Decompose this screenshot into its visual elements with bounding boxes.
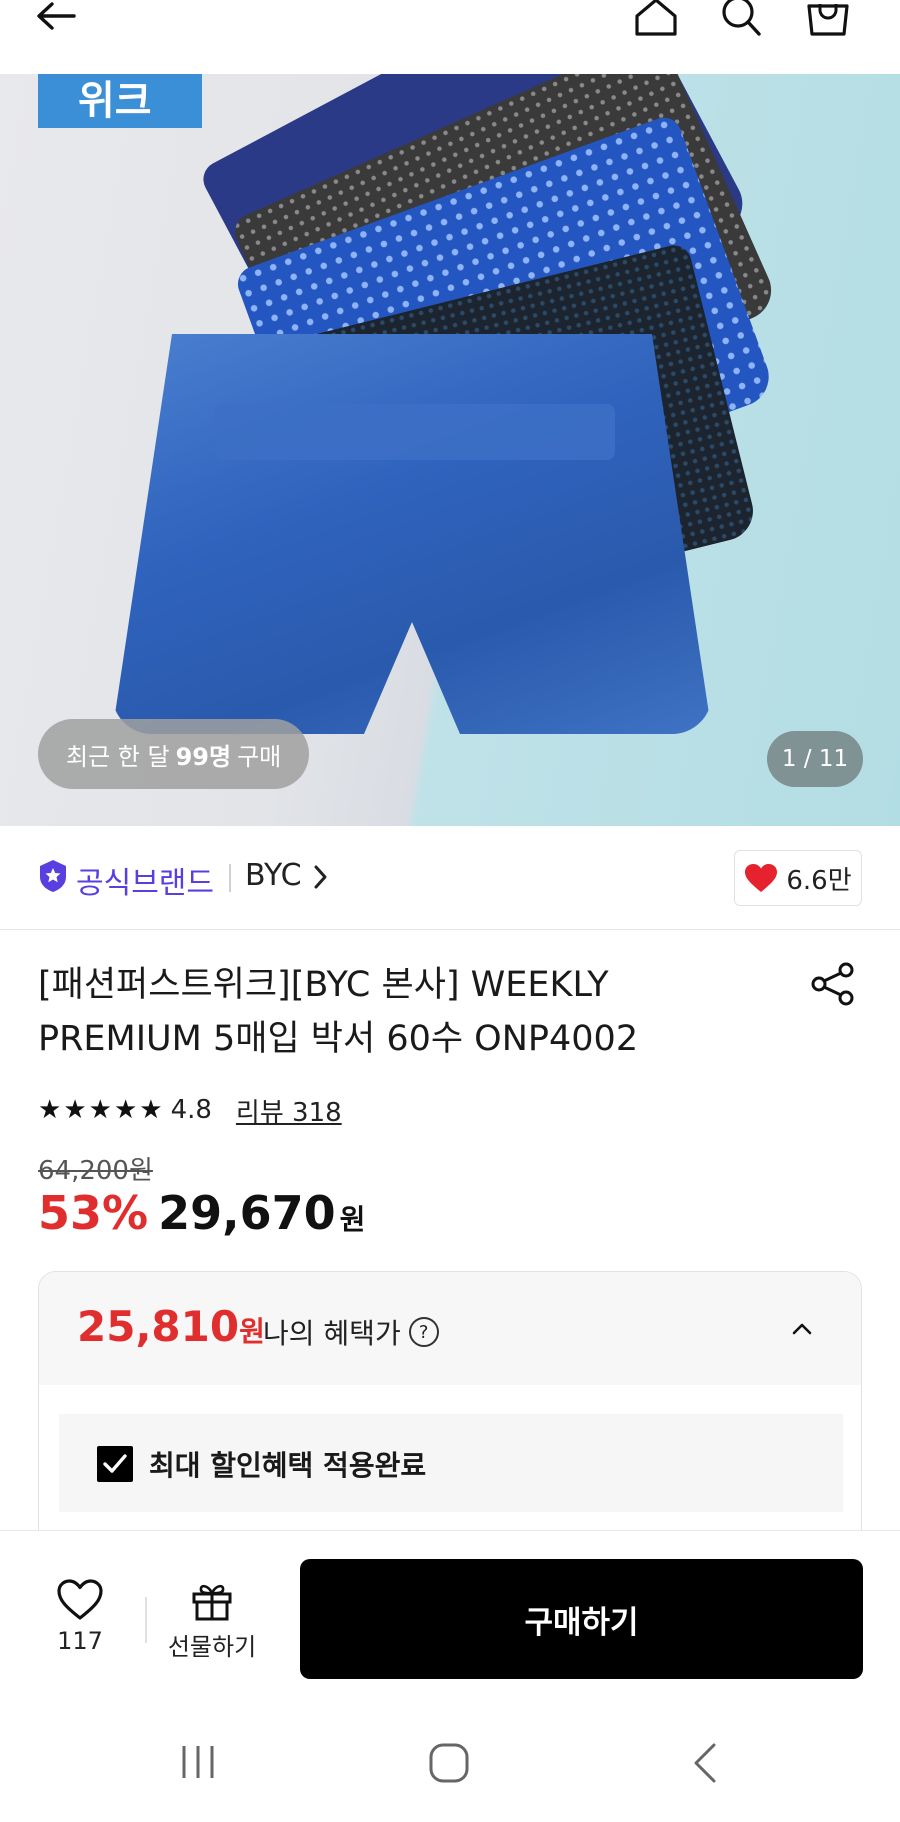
benefit-currency: 원 xyxy=(239,1315,265,1348)
system-home-icon[interactable] xyxy=(428,1742,470,1784)
chevron-up-icon[interactable] xyxy=(791,1322,813,1336)
brand-row: 공식브랜드 BYC 6.6만 xyxy=(0,826,900,930)
benefit-header[interactable]: 25,810원 나의 혜택가 ? xyxy=(39,1272,861,1385)
gift-label: 선물하기 xyxy=(167,1633,257,1661)
home-icon xyxy=(635,0,677,36)
benefit-price: 25,810원 xyxy=(77,1302,265,1351)
arrow-left-icon xyxy=(37,2,76,30)
recent-purchase-suffix: 구매 xyxy=(237,742,282,771)
system-back-icon[interactable] xyxy=(690,1742,720,1784)
review-link[interactable]: 리뷰 318 xyxy=(236,1092,342,1129)
heart-outline-icon xyxy=(57,1579,103,1620)
check-icon xyxy=(103,1454,127,1473)
search-icon xyxy=(722,0,761,36)
product-title-line2: PREMIUM 5매입 박서 60수 ONP4002 xyxy=(38,1019,639,1059)
recent-purchase-count: 99명 xyxy=(175,742,232,771)
benefit-label-text: 나의 혜택가 xyxy=(263,1317,401,1350)
max-discount-applied-row: 최대 할인혜택 적용완료 xyxy=(59,1414,843,1512)
cart-button[interactable] xyxy=(800,0,856,40)
divider xyxy=(229,864,231,892)
applied-checkbox[interactable] xyxy=(97,1446,133,1482)
home-button[interactable] xyxy=(628,0,684,40)
wishlist-button[interactable]: 117 xyxy=(38,1579,122,1655)
benefit-price-value: 25,810 xyxy=(77,1302,240,1351)
recent-apps-icon[interactable] xyxy=(178,1742,218,1782)
recent-purchase-prefix: 최근 한 달 xyxy=(66,742,170,771)
system-navigation-bar xyxy=(0,1692,900,1822)
official-brand-label: 공식브랜드 xyxy=(76,866,214,901)
star-icon: ★ xyxy=(88,1095,112,1125)
waistband xyxy=(215,404,615,460)
star-icon: ★ xyxy=(113,1095,138,1125)
buy-button[interactable]: 구매하기 xyxy=(300,1559,863,1679)
heart-filled-icon xyxy=(745,864,778,892)
share-icon[interactable] xyxy=(810,962,856,1006)
original-price: 64,200원 xyxy=(38,1156,153,1186)
price-row: 53% 29,670 원 xyxy=(38,1186,365,1246)
benefit-label: 나의 혜택가 ? xyxy=(263,1312,439,1352)
official-badge-icon xyxy=(40,860,66,892)
star-icon: ★ xyxy=(63,1095,87,1125)
gift-icon xyxy=(192,1584,232,1621)
brand-name-link[interactable]: BYC xyxy=(245,858,302,893)
star-icon: ★ xyxy=(38,1095,62,1125)
product-title-line1: [패션퍼스트위크][BYC 본사] WEEKLY xyxy=(38,965,609,1005)
back-button[interactable] xyxy=(28,0,84,40)
product-image-boxer-front xyxy=(112,334,712,734)
wishlist-count: 117 xyxy=(57,1627,103,1655)
brand-like-button[interactable]: 6.6만 xyxy=(734,850,862,906)
top-header xyxy=(0,0,900,74)
bottom-purchase-bar: 117 선물하기 구매하기 xyxy=(0,1530,900,1692)
divider xyxy=(145,1597,147,1643)
rating-score: 4.8 xyxy=(170,1095,212,1125)
promo-tag-text: 위크 xyxy=(78,78,152,124)
discount-rate: 53% xyxy=(38,1186,149,1240)
search-button[interactable] xyxy=(714,0,770,40)
product-image-carousel[interactable]: 위크 최근 한 달 99명 구매 1 / 11 xyxy=(0,74,900,826)
gift-button[interactable]: 선물하기 xyxy=(160,1581,264,1662)
benefit-panel: 25,810원 나의 혜택가 ? 최대 할인혜택 적용완료 xyxy=(38,1271,862,1531)
brand-like-count: 6.6만 xyxy=(786,865,852,896)
chevron-right-icon[interactable] xyxy=(313,864,329,890)
help-icon[interactable]: ? xyxy=(408,1317,439,1347)
image-counter: 1 / 11 xyxy=(767,731,863,787)
sale-price: 29,670 xyxy=(158,1186,336,1240)
recent-purchase-badge: 최근 한 달 99명 구매 xyxy=(38,719,310,789)
product-title: [패션퍼스트위크][BYC 본사] WEEKLY PREMIUM 5매입 박서 … xyxy=(38,958,798,1066)
promo-tag: 위크 xyxy=(38,74,202,128)
currency-label: 원 xyxy=(339,1203,366,1236)
shopping-bag-icon xyxy=(807,4,849,36)
star-icon: ★ xyxy=(139,1095,163,1125)
applied-text: 최대 할인혜택 적용완료 xyxy=(149,1449,427,1482)
rating-row: ★ ★ ★ ★ ★ 4.8 리뷰 318 xyxy=(38,1090,342,1130)
